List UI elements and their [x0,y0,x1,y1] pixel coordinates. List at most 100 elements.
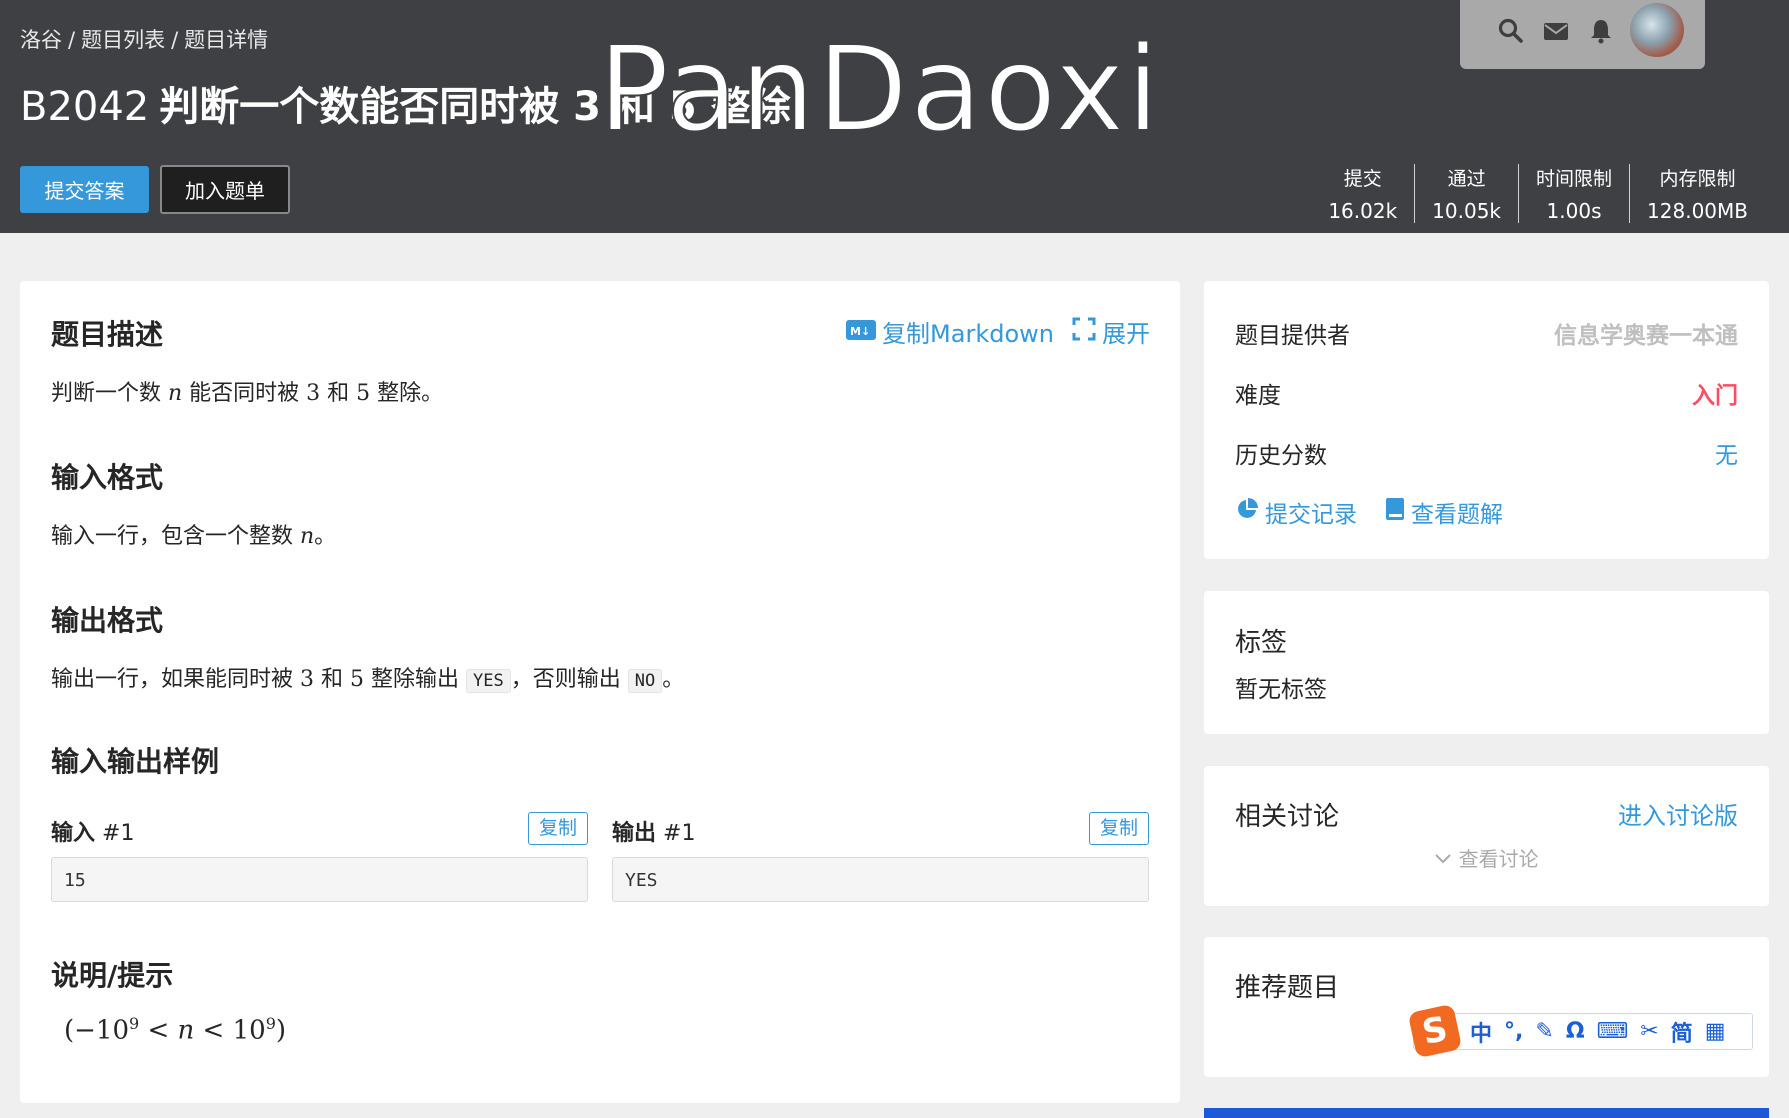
hint-exponent: 9 [265,1014,276,1033]
desc-part: 整除。 [370,381,444,406]
copy-markdown-link[interactable]: M↓ 复制Markdown [846,314,1054,349]
solutions-label: 查看题解 [1411,502,1503,528]
tags-card: 标签 暂无标签 [1204,591,1769,734]
ime-keyboard-icon[interactable]: ⌨ [1597,1019,1629,1044]
ime-grid-icon[interactable]: ▦ [1705,1019,1726,1044]
math-num: 5 [350,667,364,692]
description-heading: 题目描述 [51,318,164,351]
user-panel [1460,0,1705,69]
difficulty-value: 入门 [1692,383,1738,409]
ime-scissors-icon[interactable]: ✂ [1640,1019,1658,1044]
inline-code-no: NO [627,669,663,693]
add-to-list-button[interactable]: 加入题单 [160,165,290,214]
copy-output-button[interactable]: 复制 [1089,812,1149,845]
info-label: 题目提供者 [1235,323,1350,349]
avatar[interactable] [1630,3,1684,57]
submission-records-link[interactable]: 提交记录 [1235,495,1357,529]
expand-icon [1072,317,1096,347]
output-part: 和 [314,667,350,692]
breadcrumb-site[interactable]: 洛谷 [20,28,62,52]
expand-link[interactable]: 展开 [1072,314,1150,349]
markdown-icon: M↓ [846,318,877,346]
hint-exponent: 9 [129,1014,140,1033]
stat-label: 提交 [1343,168,1382,190]
ime-simplified[interactable]: 简 [1671,1016,1693,1048]
problem-content-card: M↓ 复制Markdown 展开 题目描述 判断一个数 n 能否同时被 3 和 … [20,281,1180,1103]
description-text: 判断一个数 n 能否同时被 3 和 5 整除。 [51,375,443,407]
ime-chinese-mode[interactable]: 中 [1470,1016,1492,1048]
breadcrumb-detail: 题目详情 [184,28,269,52]
recommended-card: 推荐题目 [1204,937,1769,1077]
content-actions: M↓ 复制Markdown 展开 [846,314,1150,349]
discussion-card: 相关讨论 进入讨论版 查看讨论 [1204,766,1769,906]
problem-id: B2042 [20,84,150,130]
info-difficulty-row: 难度 入门 [1235,376,1738,410]
math-num: 3 [300,667,314,692]
stat-value: 10.05k [1432,199,1502,223]
history-value: 无 [1715,443,1738,469]
discussion-header: 相关讨论 进入讨论版 [1235,796,1738,833]
problem-header: 洛谷 / 题目列表 / 题目详情 B2042 判断一个数能否同时被 3 和 5 整除 Pa… [0,0,1789,233]
stat-submissions: 提交 16.02k [1311,164,1414,223]
sample-output-title: 输出 [612,821,657,846]
view-solutions-link[interactable]: 查看题解 [1385,495,1503,529]
output-format-text: 输出一行，如果能同时被 3 和 5 整除输出 YES ，否则输出 NO。 [51,661,684,693]
info-history-row: 历史分数 无 [1235,436,1738,470]
watermark: PanDaoxi [597,20,1162,158]
input-part: 输入一行，包含一个整数 [51,524,300,549]
stat-value: 1.00s [1546,199,1602,223]
ime-punctuation[interactable]: °, [1504,1019,1523,1044]
tags-title: 标签 [1235,628,1288,658]
enter-forum-link[interactable]: 进入讨论版 [1618,796,1738,833]
desc-part: 和 [320,381,357,406]
ime-pen-icon[interactable]: ✎ [1535,1019,1553,1044]
math-num: 5 [356,381,371,406]
input-format-text: 输入一行，包含一个整数 n。 [51,518,336,550]
input-format-heading: 输入格式 [51,461,164,494]
info-links-row: 提交记录 查看题解 [1235,495,1738,529]
chevron-down-icon [1434,847,1458,871]
output-part: 输出一行，如果能同时被 [51,667,300,692]
provider-value[interactable]: 信息学奥赛一本通 [1554,316,1738,350]
submit-answer-button[interactable]: 提交答案 [20,166,149,213]
output-part: 。 [662,667,685,692]
breadcrumb-separator: / [68,28,76,52]
discussion-title: 相关讨论 [1235,802,1340,832]
bottom-bar [1204,1108,1769,1118]
stat-label: 内存限制 [1659,168,1736,190]
copy-markdown-label: 复制Markdown [882,320,1054,348]
sample-input-title: 输入 [51,821,96,846]
pie-chart-icon [1235,497,1259,527]
ime-toolbar[interactable]: S 中 °, ✎ Ω ⌨ ✂ 简 ▦ [1407,1003,1753,1059]
input-part: 。 [314,524,337,549]
mail-icon[interactable] [1543,18,1569,48]
view-discussions-toggle[interactable]: 查看讨论 [1204,843,1769,872]
math-num: 3 [306,381,321,406]
info-label: 历史分数 [1235,443,1327,469]
expand-label: 展开 [1102,320,1150,348]
output-part: 整除输出 [364,667,466,692]
output-format-heading: 输出格式 [51,604,164,637]
breadcrumb: 洛谷 / 题目列表 / 题目详情 [20,24,268,54]
hint-part: (−10 [64,1015,130,1046]
sogou-logo-icon[interactable]: S [1407,1003,1463,1059]
stat-label: 时间限制 [1536,168,1613,190]
stat-value: 128.00MB [1647,199,1748,223]
info-label: 难度 [1235,383,1281,409]
stat-memory-limit: 内存限制 128.00MB [1629,164,1765,223]
sample-input-label: 输入 #1 [51,815,134,847]
ime-symbol-icon[interactable]: Ω [1566,1019,1585,1044]
book-icon [1385,497,1405,527]
stat-label: 通过 [1447,168,1486,190]
stat-value: 16.02k [1328,199,1398,223]
output-part: ，否则输出 [510,667,628,692]
bell-icon[interactable] [1588,18,1614,48]
sample-output-box: YES [612,857,1149,902]
breadcrumb-list[interactable]: 题目列表 [81,28,165,52]
hint-heading: 说明/提示 [51,959,174,992]
copy-input-button[interactable]: 复制 [528,812,588,845]
hint-part: < [139,1015,178,1046]
search-icon[interactable] [1498,18,1524,48]
info-provider-row: 题目提供者 信息学奥赛一本通 [1235,316,1738,350]
stat-time-limit: 时间限制 1.00s [1518,164,1629,223]
